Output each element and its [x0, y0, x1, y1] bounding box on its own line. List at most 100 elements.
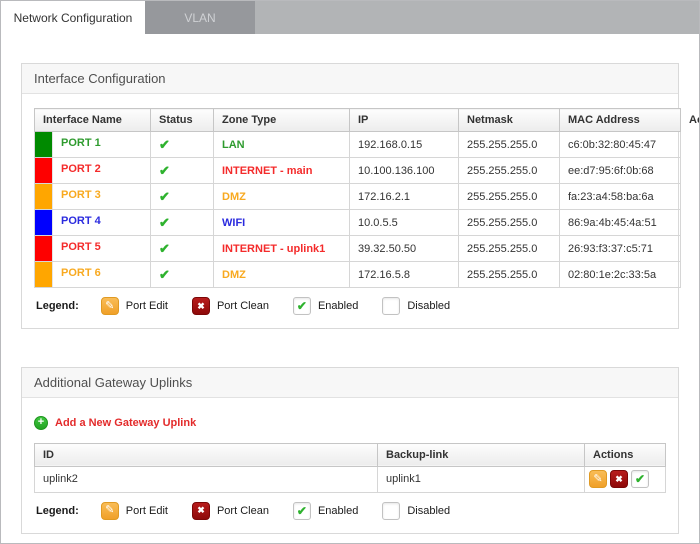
status-cell: ✔ [150, 209, 214, 236]
legend-item-enabled: ✔ Enabled [292, 501, 359, 520]
status-enabled-icon: ✔ [159, 136, 170, 152]
column-header-backup-link: Backup-link [377, 442, 585, 467]
status-cell: ✔ [150, 261, 214, 288]
mac-address-cell: ee:d7:95:6f:0b:68 [559, 157, 681, 184]
column-header-interface-name: Interface Name [34, 108, 151, 132]
zone-type-cell: INTERNET - main [213, 157, 350, 184]
status-cell: ✔ [150, 131, 214, 158]
legend-item-port-edit: ✎ Port Edit [100, 501, 168, 520]
add-gateway-uplink-label: Add a New Gateway Uplink [55, 416, 197, 429]
column-header-mac-address: MAC Address [559, 108, 681, 132]
gateway-uplinks-panel: Additional Gateway Uplinks + Add a New G… [21, 367, 679, 534]
netmask-cell: 255.255.255.0 [458, 235, 560, 262]
legend-item-label: Disabled [407, 504, 451, 517]
status-enabled-icon: ✔ [159, 188, 170, 204]
enabled-checkbox-legend-icon: ✔ [292, 297, 311, 315]
status-enabled-icon: ✔ [159, 214, 170, 230]
mac-address-cell: c6:0b:32:80:45:47 [559, 131, 681, 158]
port-color-swatch [35, 262, 53, 287]
interface-name-label: PORT 6 [61, 267, 101, 279]
legend-item-port-clean: ✖ Port Clean [191, 297, 269, 315]
zone-type-label: WIFI [222, 216, 246, 229]
port-color-swatch [35, 158, 53, 183]
uplinks-panel-title: Additional Gateway Uplinks [22, 368, 678, 398]
content-area: Interface Configuration Interface Name St… [1, 34, 699, 534]
interface-name-cell: PORT 2 [34, 157, 151, 184]
add-plus-icon: + [34, 415, 48, 430]
interface-name-cell: PORT 5 [34, 235, 151, 262]
actions-cell: ✎ ✖ ✔ [584, 465, 666, 493]
interface-name-cell: PORT 3 [34, 183, 151, 210]
interface-name-cell: PORT 6 [34, 261, 151, 288]
legend-item-port-clean: ✖ Port Clean [191, 501, 269, 520]
status-cell: ✔ [150, 157, 214, 184]
legend-item-label: Port Clean [216, 300, 269, 312]
ip-cell: 10.100.136.100 [349, 157, 459, 184]
table-row: PORT 6 ✔ DMZ 172.16.5.8 255.255.255.0 02:80:1… [34, 261, 681, 288]
mac-address-cell: 02:80:1e:2c:33:5a [559, 261, 681, 288]
page: Network Configuration VLAN Interface Conf… [0, 0, 700, 544]
column-header-ip: IP [349, 108, 459, 132]
port-clean-button-legend-icon: ✖ [191, 501, 210, 520]
netmask-cell: 255.255.255.0 [458, 131, 560, 158]
zone-type-cell: LAN [213, 131, 350, 158]
interface-name-label: PORT 3 [61, 189, 101, 201]
port-edit-button[interactable]: ✎ [589, 470, 607, 488]
uplinks-panel-body: + Add a New Gateway Uplink ID Backup-link… [22, 398, 678, 533]
interface-table: Interface Name Status Zone Type IP Netmask MA… [34, 108, 699, 288]
legend-item-disabled: Disabled [382, 501, 451, 520]
table-row: uplink2 uplink1 ✎ ✖ ✔ [34, 465, 666, 493]
zone-type-label: INTERNET - uplink1 [222, 242, 326, 255]
interface-name-cell: PORT 4 [34, 209, 151, 236]
uplinks-legend: Legend: ✎ Port Edit ✖ Port Clean ✔ Enabled Disa… [34, 493, 666, 523]
ip-cell: 172.16.2.1 [349, 183, 459, 210]
port-color-swatch [35, 236, 53, 261]
ip-cell: 39.32.50.50 [349, 235, 459, 262]
status-enabled-icon: ✔ [159, 162, 170, 178]
tab-network-configuration[interactable]: Network Configuration [1, 1, 145, 34]
table-row: PORT 5 ✔ INTERNET - uplink1 39.32.50.50 255.… [34, 235, 681, 262]
enabled-checkbox-legend-icon: ✔ [292, 501, 311, 520]
legend-item-label: Enabled [317, 504, 359, 517]
table-row: PORT 1 ✔ LAN 192.168.0.15 255.255.255.0 c6:0b… [34, 131, 681, 158]
legend-item-label: Enabled [317, 300, 359, 312]
uplinks-table: ID Backup-link Actions uplink2 uplink1 ✎ ✖ ✔ [34, 442, 666, 493]
interface-legend: Legend: ✎ Port Edit ✖ Port Clean ✔ Enabled Disa… [34, 288, 666, 318]
column-header-status: Status [150, 108, 214, 132]
port-clean-button-legend-icon: ✖ [191, 297, 210, 315]
port-edit-button-legend-icon: ✎ [100, 501, 119, 520]
mac-address-cell: 86:9a:4b:45:4a:51 [559, 209, 681, 236]
column-header-id: ID [34, 442, 378, 467]
port-clean-button[interactable]: ✖ [610, 470, 628, 488]
column-header-zone-type: Zone Type [213, 108, 350, 132]
table-row: PORT 2 ✔ INTERNET - main 10.100.136.100 255.… [34, 157, 681, 184]
port-edit-button-legend-icon: ✎ [100, 297, 119, 315]
interface-panel-body: Interface Name Status Zone Type IP Netmask MA… [22, 94, 699, 328]
port-color-swatch [35, 132, 53, 157]
tab-vlan[interactable]: VLAN [145, 1, 255, 34]
ip-cell: 10.0.5.5 [349, 209, 459, 236]
netmask-cell: 255.255.255.0 [458, 209, 560, 236]
netmask-cell: 255.255.255.0 [458, 261, 560, 288]
uplink-id-cell: uplink2 [34, 465, 378, 493]
disabled-checkbox-legend-icon [382, 501, 401, 520]
port-color-swatch [35, 184, 53, 209]
ip-cell: 192.168.0.15 [349, 131, 459, 158]
enabled-checkbox[interactable]: ✔ [631, 470, 649, 488]
legend-item-label: Port Edit [125, 504, 168, 517]
interface-name-label: PORT 2 [61, 163, 101, 175]
zone-type-label: LAN [222, 138, 245, 151]
netmask-cell: 255.255.255.0 [458, 183, 560, 210]
interface-name-label: PORT 5 [61, 241, 101, 253]
zone-type-cell: DMZ [213, 261, 350, 288]
interface-panel-title: Interface Configuration [22, 64, 678, 94]
legend-item-enabled: ✔ Enabled [292, 297, 359, 315]
status-enabled-icon: ✔ [159, 240, 170, 256]
interface-name-cell: PORT 1 [34, 131, 151, 158]
mac-address-cell: 26:93:f3:37:c5:71 [559, 235, 681, 262]
header-row: ID Backup-link Actions [34, 442, 666, 467]
add-gateway-uplink-link[interactable]: + Add a New Gateway Uplink [34, 415, 197, 430]
column-header-netmask: Netmask [458, 108, 560, 132]
column-header-actions: Actions [584, 442, 666, 467]
legend-label: Legend: [36, 504, 79, 517]
